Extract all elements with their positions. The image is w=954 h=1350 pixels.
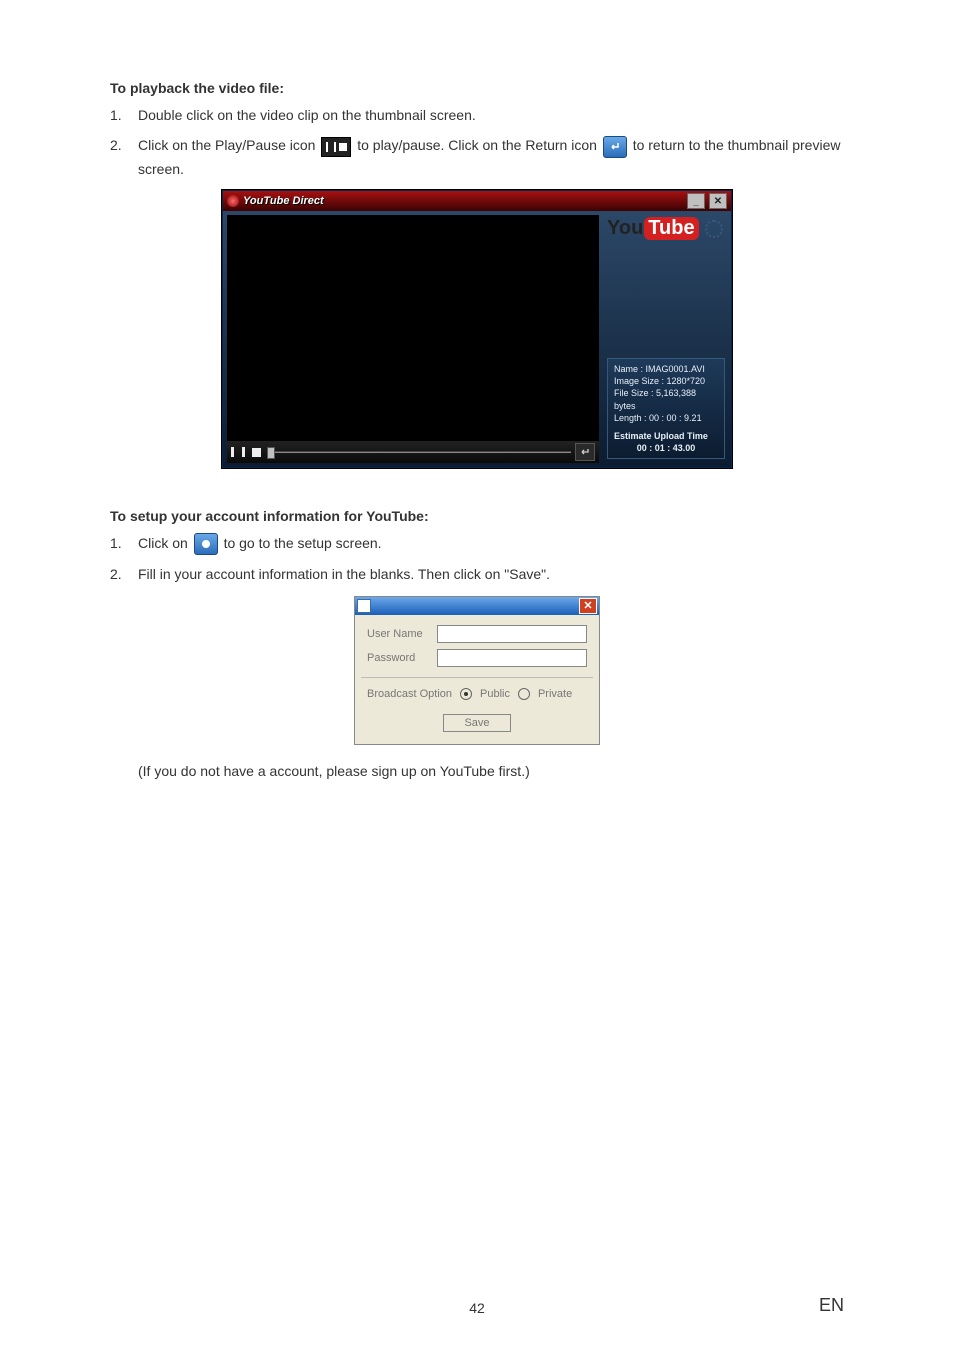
list-number: 2. <box>110 563 138 585</box>
logo-tube: Tube <box>644 217 698 240</box>
username-input[interactable] <box>437 625 587 643</box>
side-pane: You Tube Name : IMAG0001.AVI Image Size … <box>601 211 731 467</box>
return-icon <box>603 136 627 158</box>
return-button[interactable] <box>575 443 595 461</box>
titlebar: YouTube Direct _ ✕ <box>223 191 731 211</box>
section2-heading: To setup your account information for Yo… <box>110 508 844 524</box>
seek-bar[interactable] <box>267 445 571 459</box>
username-label: User Name <box>367 628 437 640</box>
divider <box>361 677 593 678</box>
settings-dialog: ✕ User Name Password Broadcast Option Pu… <box>354 596 600 745</box>
close-button[interactable]: ✕ <box>709 193 727 209</box>
text-fragment: to go to the setup screen. <box>224 535 382 551</box>
language-label: EN <box>819 1295 844 1316</box>
page-number: 42 <box>0 1300 954 1316</box>
list-item: 2. Fill in your account information in t… <box>110 563 844 585</box>
public-label: Public <box>480 688 510 700</box>
info-est-time: 00 : 01 : 43.00 <box>614 442 718 454</box>
play-pause-icon <box>321 137 351 157</box>
gear-icon[interactable] <box>705 220 723 238</box>
text-fragment: to play/pause. Click on the Return icon <box>357 137 601 153</box>
minimize-button[interactable]: _ <box>687 193 705 209</box>
video-pane <box>227 215 599 463</box>
info-name: Name : IMAG0001.AVI <box>614 363 718 375</box>
controls-bar <box>227 441 599 463</box>
youtube-logo: You Tube <box>607 217 699 240</box>
seek-thumb[interactable] <box>267 447 275 459</box>
app-icon <box>227 195 239 207</box>
stop-button[interactable] <box>249 445 263 459</box>
app-title: YouTube Direct <box>243 195 683 207</box>
list-text: Double click on the video clip on the th… <box>138 104 844 126</box>
file-info-box: Name : IMAG0001.AVI Image Size : 1280*72… <box>607 358 725 459</box>
private-radio[interactable] <box>518 688 530 700</box>
list-number: 2. <box>110 134 138 156</box>
dialog-titlebar: ✕ <box>355 597 599 615</box>
setup-icon <box>194 533 218 555</box>
section1-heading: To playback the video file: <box>110 80 844 96</box>
password-label: Password <box>367 652 437 664</box>
list-text: Fill in your account information in the … <box>138 563 844 585</box>
info-est-label: Estimate Upload Time <box>614 430 718 442</box>
public-radio[interactable] <box>460 688 472 700</box>
signup-note: (If you do not have a account, please si… <box>138 763 844 779</box>
list-text: Click on the Play/Pause icon to play/pau… <box>138 134 844 180</box>
private-label: Private <box>538 688 572 700</box>
list-number: 1. <box>110 104 138 126</box>
dialog-icon <box>357 599 371 613</box>
info-length: Length : 00 : 00 : 9.21 <box>614 412 718 424</box>
text-fragment: Click on <box>138 535 192 551</box>
list-item: 2. Click on the Play/Pause icon to play/… <box>110 134 844 180</box>
text-fragment: Click on the Play/Pause icon <box>138 137 319 153</box>
pause-button[interactable] <box>231 445 245 459</box>
save-button[interactable]: Save <box>443 714 510 732</box>
list-number: 1. <box>110 532 138 554</box>
broadcast-label: Broadcast Option <box>367 688 452 700</box>
dialog-close-button[interactable]: ✕ <box>579 598 597 614</box>
list-item: 1. Double click on the video clip on the… <box>110 104 844 126</box>
info-image-size: Image Size : 1280*720 <box>614 375 718 387</box>
youtube-direct-window: YouTube Direct _ ✕ <box>222 190 732 468</box>
password-input[interactable] <box>437 649 587 667</box>
list-text: Click on to go to the setup screen. <box>138 532 844 555</box>
list-item: 1. Click on to go to the setup screen. <box>110 532 844 555</box>
info-file-size: File Size : 5,163,388 bytes <box>614 387 718 411</box>
logo-you: You <box>607 217 643 240</box>
